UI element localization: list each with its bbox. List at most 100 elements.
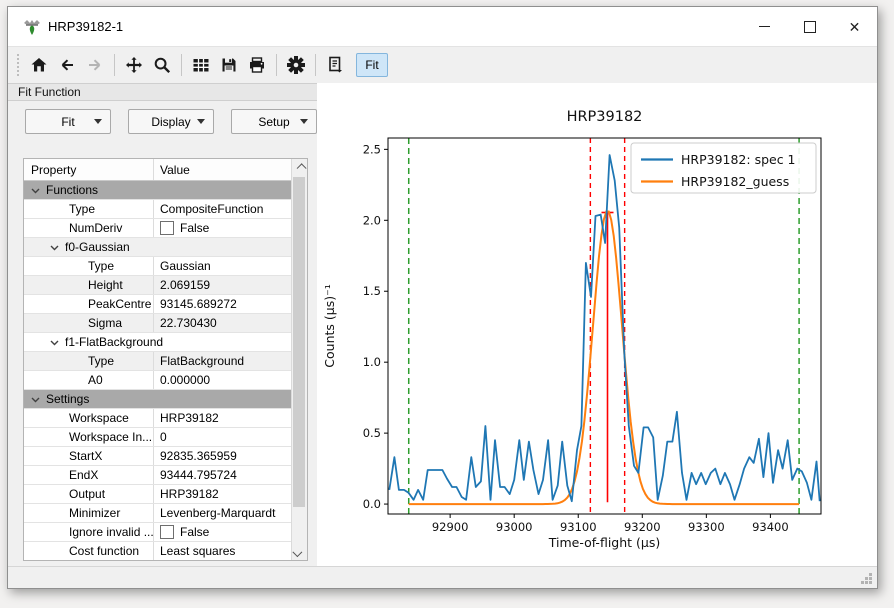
home-button[interactable]	[25, 52, 53, 78]
table-scrollbar[interactable]	[291, 159, 307, 560]
group-label: f0-Gaussian	[24, 238, 291, 256]
property-row-type[interactable]: TypeCompositeFunction	[24, 200, 291, 219]
pan-button[interactable]	[120, 52, 148, 78]
save-button[interactable]	[215, 52, 243, 78]
property-row-minimizer[interactable]: MinimizerLevenberg-Marquardt	[24, 504, 291, 523]
property-row-sigma[interactable]: Sigma22.730430	[24, 314, 291, 333]
property-value[interactable]: Gaussian	[160, 259, 211, 273]
property-row-a0[interactable]: A0 0.000000	[24, 371, 291, 390]
group-row-functions[interactable]: Functions	[24, 181, 291, 200]
x-axis-label: Time-of-flight (μs)	[548, 535, 661, 550]
property-row-numderiv[interactable]: NumDerivFalse	[24, 219, 291, 238]
property-value[interactable]: 93145.689272	[160, 297, 237, 311]
y-tick-label: 0.0	[363, 497, 381, 511]
property-row-workspace[interactable]: Workspace HRP39182	[24, 409, 291, 428]
zoom-icon	[153, 56, 171, 74]
toolbar-separator	[315, 54, 316, 76]
generate-script-icon	[326, 56, 344, 74]
property-value[interactable]: Least squares	[160, 544, 235, 558]
grid-button[interactable]	[187, 52, 215, 78]
column-header-property[interactable]: Property	[24, 159, 153, 180]
maximize-button[interactable]	[787, 7, 832, 46]
legend-entry-label: HRP39182: spec 1	[681, 152, 796, 167]
column-header-value[interactable]: Value	[153, 159, 291, 180]
plot-canvas[interactable]: 9290093000931009320093300934000.00.51.01…	[317, 83, 877, 566]
group-row-f1-flatbackground[interactable]: f1-FlatBackground	[24, 333, 291, 352]
fit-menu-button[interactable]: Fit	[25, 109, 111, 134]
property-value[interactable]: 2.069159	[160, 278, 210, 292]
chevron-down-icon	[31, 397, 40, 403]
forward-button[interactable]	[81, 52, 109, 78]
fit-function-panel: Fit Function Fit Display Setup PropertyV…	[8, 83, 317, 566]
y-tick-label: 1.5	[363, 284, 381, 298]
property-value[interactable]: HRP39182	[160, 487, 219, 501]
scrollbar-thumb[interactable]	[293, 177, 305, 507]
window-title: HRP39182-1	[48, 19, 123, 34]
toolbar-separator	[276, 54, 277, 76]
property-name: Workspace	[24, 409, 153, 427]
close-button[interactable]: ✕	[832, 7, 877, 46]
table-header-row: PropertyValue	[24, 159, 291, 181]
scroll-down-button[interactable]	[292, 543, 306, 560]
fit-function-panel-title: Fit Function	[8, 83, 317, 101]
property-name: EndX	[24, 466, 153, 484]
x-tick-label: 93200	[624, 520, 661, 534]
property-row-type[interactable]: TypeGaussian	[24, 257, 291, 276]
chevron-down-icon	[300, 119, 308, 124]
customize-button[interactable]	[282, 52, 310, 78]
generate-script-button[interactable]	[321, 52, 349, 78]
resize-grip[interactable]	[861, 573, 873, 585]
status-bar	[8, 566, 877, 588]
property-value[interactable]: Levenberg-Marquardt	[160, 506, 275, 520]
property-row-peakcentre[interactable]: PeakCentre93145.689272	[24, 295, 291, 314]
home-icon	[30, 56, 48, 74]
property-value[interactable]: 93444.795724	[160, 468, 237, 482]
close-icon: ✕	[849, 20, 861, 34]
fit-toggle-button[interactable]: Fit	[356, 53, 388, 77]
checkbox[interactable]	[160, 525, 174, 539]
display-menu-button[interactable]: Display	[128, 109, 214, 134]
checkbox-label: False	[180, 525, 209, 539]
property-row-type[interactable]: TypeFlatBackground	[24, 352, 291, 371]
property-value[interactable]: 0	[160, 430, 167, 444]
zoom-button[interactable]	[148, 52, 176, 78]
property-row-cost-function[interactable]: Cost functionLeast squares	[24, 542, 291, 560]
property-row-workspace-in-[interactable]: Workspace In...0	[24, 428, 291, 447]
chevron-down-icon	[292, 547, 302, 557]
chevron-down-icon	[50, 245, 59, 251]
y-tick-label: 2.5	[363, 142, 381, 156]
property-name: StartX	[24, 447, 153, 465]
property-row-height[interactable]: Height2.069159	[24, 276, 291, 295]
property-value[interactable]: CompositeFunction	[160, 202, 263, 216]
group-row-f0-gaussian[interactable]: f0-Gaussian	[24, 238, 291, 257]
property-value[interactable]: 22.730430	[160, 316, 217, 330]
setup-menu-button[interactable]: Setup	[231, 109, 317, 134]
x-tick-label: 93400	[752, 520, 789, 534]
toolbar-drag-handle[interactable]	[16, 54, 21, 76]
grid-icon	[192, 56, 210, 74]
y-tick-label: 1.0	[363, 355, 381, 369]
customize-icon	[287, 56, 305, 74]
chevron-up-icon	[296, 163, 306, 173]
back-button[interactable]	[53, 52, 81, 78]
mantid-app-icon	[23, 18, 41, 36]
property-value[interactable]: HRP39182	[160, 411, 219, 425]
checkbox[interactable]	[160, 221, 174, 235]
fit-preview-chart[interactable]: 9290093000931009320093300934000.00.51.01…	[317, 83, 877, 569]
print-button[interactable]	[243, 52, 271, 78]
group-row-settings[interactable]: Settings	[24, 390, 291, 409]
minimize-button[interactable]	[742, 7, 787, 46]
property-row-endx[interactable]: EndX 93444.795724	[24, 466, 291, 485]
scroll-up-button[interactable]	[292, 159, 306, 176]
property-name: A0	[24, 371, 153, 389]
property-value[interactable]: 0.000000	[160, 373, 210, 387]
property-row-ignore-invalid-[interactable]: Ignore invalid ...False	[24, 523, 291, 542]
property-value[interactable]: 92835.365959	[160, 449, 237, 463]
minimize-icon	[759, 26, 770, 27]
property-value[interactable]: FlatBackground	[160, 354, 244, 368]
y-axis-label: Counts (μs)⁻¹	[322, 284, 337, 367]
title-bar[interactable]: HRP39182-1 ✕	[8, 7, 877, 46]
property-row-output[interactable]: OutputHRP39182	[24, 485, 291, 504]
legend-entry-label: HRP39182_guess	[681, 174, 789, 189]
property-row-startx[interactable]: StartX 92835.365959	[24, 447, 291, 466]
